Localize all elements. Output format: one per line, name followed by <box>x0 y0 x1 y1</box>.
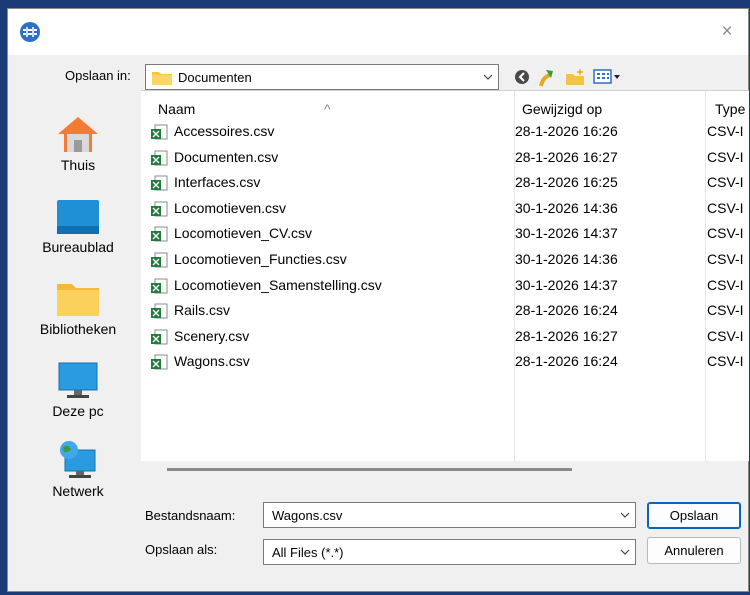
filename-input[interactable]: Wagons.csv <box>263 502 636 528</box>
place-libraries[interactable]: Bibliotheken <box>18 278 138 337</box>
horizontal-scrollbar[interactable] <box>167 468 572 471</box>
column-header-modified[interactable]: Gewijzigd op <box>522 101 602 117</box>
filetype-label: Opslaan als: <box>145 542 218 557</box>
file-type: CSV-I <box>707 302 744 319</box>
app-icon <box>20 22 40 42</box>
file-name: Wagons.csv <box>174 353 250 370</box>
file-name: Locomotieven_Samenstelling.csv <box>174 276 382 293</box>
save-button[interactable]: Opslaan <box>647 502 741 529</box>
filename-label: Bestandsnaam: <box>145 508 236 523</box>
csv-file-icon <box>151 201 168 217</box>
file-modified: 28-1-2026 16:27 <box>515 327 618 344</box>
libraries-icon <box>57 284 99 316</box>
csv-file-icon <box>151 124 168 140</box>
file-row[interactable]: Accessoires.csv 28-1-2026 16:26 CSV-I <box>141 119 749 144</box>
file-type: CSV-I <box>707 199 744 216</box>
file-row[interactable]: Locomotieven_Samenstelling.csv 30-1-2026 … <box>141 273 749 298</box>
network-icon <box>60 441 96 478</box>
file-name: Interfaces.csv <box>174 174 261 191</box>
file-row[interactable]: Locomotieven.csv 30-1-2026 14:36 CSV-I <box>141 196 749 221</box>
file-modified: 28-1-2026 16:26 <box>515 123 618 139</box>
file-type: CSV-I <box>707 353 744 370</box>
file-type: CSV-I <box>707 327 744 344</box>
filename-value: Wagons.csv <box>272 508 343 523</box>
csv-file-icon <box>151 354 168 370</box>
close-button[interactable]: × <box>712 20 742 44</box>
file-modified: 30-1-2026 14:37 <box>515 276 618 293</box>
file-row[interactable]: Documenten.csv 28-1-2026 16:27 CSV-I <box>141 145 749 170</box>
csv-file-icon <box>151 252 168 268</box>
place-libraries-label: Bibliotheken <box>39 321 117 337</box>
chevron-down-icon <box>619 543 631 564</box>
place-this-pc-label: Deze pc <box>52 403 104 419</box>
save-in-value: Documenten <box>178 70 252 85</box>
file-type: CSV-I <box>707 251 744 267</box>
file-row[interactable]: Locomotieven_Functies.csv 30-1-2026 14:36… <box>141 247 749 272</box>
place-home[interactable]: Thuis <box>18 114 138 173</box>
cancel-button[interactable]: Annuleren <box>647 537 741 564</box>
file-name: Accessoires.csv <box>174 123 275 139</box>
file-modified: 30-1-2026 14:36 <box>515 251 618 267</box>
close-icon: × <box>721 21 733 42</box>
desktop-icon <box>57 200 99 234</box>
new-folder-icon[interactable] <box>565 66 587 88</box>
back-icon[interactable] <box>513 66 531 88</box>
view-menu-icon[interactable] <box>593 66 621 88</box>
file-modified: 28-1-2026 16:27 <box>515 148 618 165</box>
file-type: CSV-I <box>707 174 744 191</box>
this-pc-icon <box>58 362 98 398</box>
up-folder-icon[interactable] <box>538 66 558 88</box>
csv-file-icon <box>151 150 168 166</box>
save-in-dropdown[interactable]: Documenten <box>145 64 499 90</box>
place-this-pc[interactable]: Deze pc <box>18 360 138 419</box>
place-network[interactable]: Netwerk <box>18 440 138 499</box>
file-name: Rails.csv <box>174 302 231 319</box>
save-in-label: Opslaan in: <box>65 68 131 83</box>
column-header-name[interactable]: Naam <box>158 101 195 117</box>
filetype-value: All Files (*.*) <box>272 545 344 560</box>
file-list[interactable]: ^ Naam Gewijzigd op Type Accessoires.csv… <box>141 90 749 461</box>
save-dialog: × Opslaan in: Documenten Thuis Bureaubla… <box>7 8 749 592</box>
file-modified: 30-1-2026 14:37 <box>515 225 618 242</box>
file-row[interactable]: Interfaces.csv 28-1-2026 16:25 CSV-I <box>141 170 749 195</box>
csv-file-icon <box>151 329 168 345</box>
place-network-label: Netwerk <box>52 483 104 499</box>
file-name: Locomotieven_Functies.csv <box>174 251 347 267</box>
column-header-type[interactable]: Type <box>715 101 745 117</box>
places-bar: Thuis Bureaublad Bibliotheken Deze pc Ne… <box>18 90 138 588</box>
file-name: Documenten.csv <box>174 148 279 165</box>
csv-file-icon <box>151 226 168 242</box>
file-name: Locomotieven.csv <box>174 199 287 216</box>
chevron-down-icon <box>482 68 494 89</box>
chevron-down-icon[interactable] <box>619 506 631 527</box>
file-row[interactable]: Locomotieven_CV.csv 30-1-2026 14:37 CSV-I <box>141 221 749 246</box>
file-modified: 28-1-2026 16:24 <box>515 302 618 319</box>
place-home-label: Thuis <box>60 157 96 173</box>
file-name: Locomotieven_CV.csv <box>174 225 313 242</box>
file-type: CSV-I <box>707 276 744 293</box>
file-row[interactable]: Rails.csv 28-1-2026 16:24 CSV-I <box>141 298 749 323</box>
file-row[interactable]: Wagons.csv 28-1-2026 16:24 CSV-I <box>141 349 749 374</box>
file-modified: 30-1-2026 14:36 <box>515 199 618 216</box>
file-modified: 28-1-2026 16:24 <box>515 353 618 370</box>
file-type: CSV-I <box>707 225 744 242</box>
file-row[interactable]: Scenery.csv 28-1-2026 16:27 CSV-I <box>141 324 749 349</box>
csv-file-icon <box>151 278 168 294</box>
filetype-dropdown[interactable]: All Files (*.*) <box>263 539 636 565</box>
file-type: CSV-I <box>707 123 744 139</box>
sort-ascending-icon: ^ <box>324 101 331 117</box>
file-modified: 28-1-2026 16:25 <box>515 174 618 191</box>
csv-file-icon <box>151 175 168 191</box>
place-desktop-label: Bureaublad <box>42 239 114 255</box>
csv-file-icon <box>151 303 168 319</box>
file-list-header: ^ Naam Gewijzigd op Type <box>141 91 749 119</box>
home-icon <box>58 117 98 152</box>
file-name: Scenery.csv <box>174 327 250 344</box>
title-bar: × <box>8 9 748 55</box>
place-desktop[interactable]: Bureaublad <box>18 196 138 255</box>
file-type: CSV-I <box>707 148 744 165</box>
folder-icon <box>152 72 172 85</box>
